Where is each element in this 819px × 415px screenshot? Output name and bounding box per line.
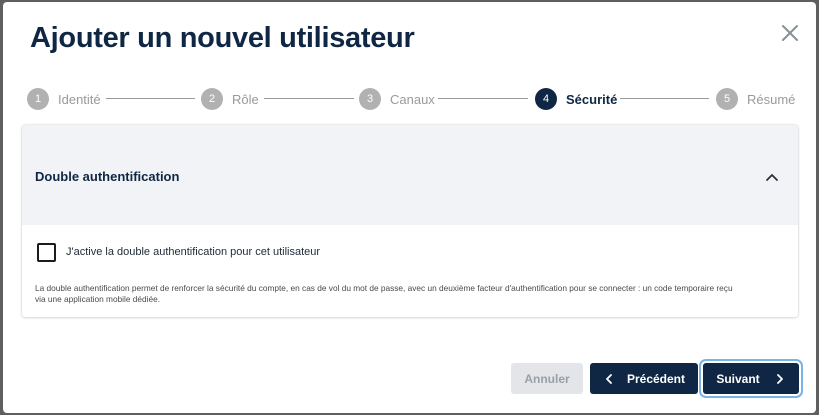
step-label: Sécurité (566, 91, 618, 107)
dialog-title: Ajouter un nouvel utilisateur (30, 22, 415, 54)
step-connector (106, 98, 195, 99)
step-number: 3 (359, 88, 381, 110)
previous-button-label: Précédent (626, 371, 686, 386)
step-label: Résumé (747, 91, 796, 107)
step-connector (620, 98, 709, 99)
step-number: 1 (27, 88, 49, 110)
chevron-up-icon[interactable] (764, 169, 780, 185)
add-user-dialog: Ajouter un nouvel utilisateur 1 Identité… (3, 2, 816, 413)
stepper: 1 Identité 2 Rôle 3 Canaux 4 Sécurité 5 … (3, 86, 816, 112)
chevron-left-icon (606, 373, 612, 384)
step-identite: 1 Identité (27, 86, 101, 112)
cancel-button-label: Annuler (524, 371, 570, 386)
close-button[interactable] (778, 21, 802, 45)
two-factor-help-text: La double authentification permet de ren… (35, 283, 733, 304)
step-connector (264, 98, 354, 99)
step-label: Canaux (390, 91, 435, 107)
section-header[interactable]: Double authentification (22, 125, 798, 225)
next-button[interactable]: Suivant (703, 363, 799, 394)
step-canaux: 3 Canaux (359, 86, 435, 112)
step-label: Rôle (232, 91, 259, 107)
two-factor-checkbox-label[interactable]: J'active la double authentification pour… (66, 246, 320, 258)
step-number: 2 (201, 88, 223, 110)
cancel-button[interactable]: Annuler (511, 363, 583, 394)
step-number: 5 (716, 88, 738, 110)
step-label: Identité (58, 91, 101, 107)
two-factor-section: Double authentification J'active la doub… (22, 125, 798, 317)
step-role: 2 Rôle (201, 86, 259, 112)
chevron-right-icon (776, 373, 783, 384)
two-factor-checkbox[interactable] (37, 243, 56, 262)
step-resume: 5 Résumé (716, 86, 795, 112)
section-title: Double authentification (35, 169, 180, 184)
step-securite: 4 Sécurité (535, 86, 617, 112)
step-connector (438, 98, 528, 99)
close-icon (782, 25, 798, 41)
step-number: 4 (535, 88, 557, 110)
next-button-label: Suivant (716, 371, 760, 386)
previous-button[interactable]: Précédent (590, 363, 698, 394)
